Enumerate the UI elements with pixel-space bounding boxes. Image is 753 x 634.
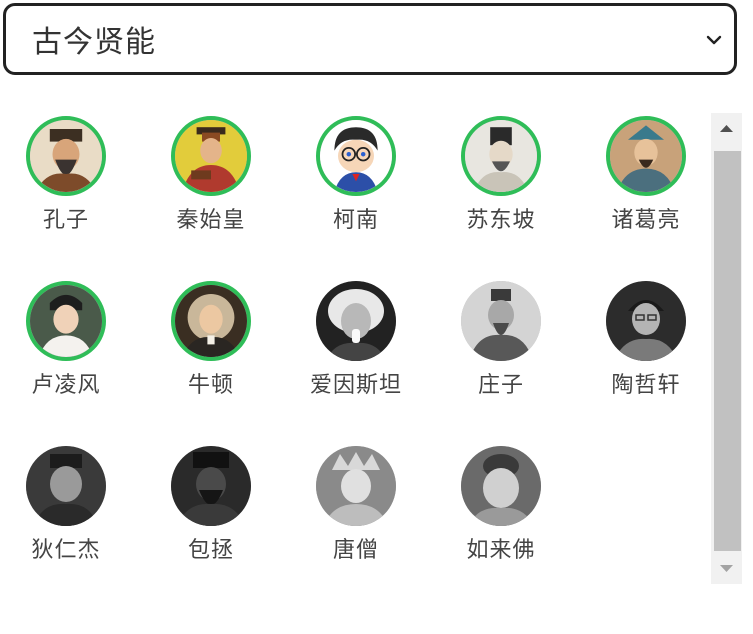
avatar: [171, 116, 251, 196]
scroll-up-arrow-icon[interactable]: [711, 113, 742, 143]
person-card-direnjie[interactable]: 狄仁杰: [6, 446, 126, 564]
person-name: 唐僧: [332, 538, 379, 563]
person-card-taozhexuan[interactable]: 陶哲轩: [586, 281, 706, 399]
person-card-niudun[interactable]: 牛顿: [151, 281, 271, 399]
person-card-lulingfeng[interactable]: 卢凌风: [6, 281, 126, 399]
person-name: 柯南: [332, 208, 379, 233]
avatar: [461, 281, 541, 361]
avatar: [606, 116, 686, 196]
person-name: 卢凌风: [31, 373, 101, 398]
person-card-qinshihuang[interactable]: 秦始皇: [151, 116, 271, 234]
person-name: 陶哲轩: [611, 373, 681, 398]
vertical-scrollbar[interactable]: [711, 113, 742, 584]
avatar: [606, 281, 686, 361]
person-card-kongzi[interactable]: 孔子: [6, 116, 126, 234]
category-select[interactable]: 古今贤能: [3, 3, 737, 75]
scroll-down-arrow-icon[interactable]: [711, 554, 742, 584]
person-name: 诸葛亮: [611, 208, 681, 233]
person-name: 爱因斯坦: [309, 373, 402, 398]
person-name: 牛顿: [187, 373, 234, 398]
avatar: [171, 446, 251, 526]
avatar: [26, 116, 106, 196]
avatar: [316, 281, 396, 361]
person-card-zhugeliang[interactable]: 诸葛亮: [586, 116, 706, 234]
app-root: 古今贤能 孔子 秦始皇 柯南 苏东坡 诸葛亮 卢凌风 牛顿 爱因斯坦 庄子 陶哲…: [0, 0, 753, 634]
person-card-zhuangzi[interactable]: 庄子: [441, 281, 561, 399]
person-name: 包拯: [187, 538, 234, 563]
person-card-rulaifo[interactable]: 如来佛: [441, 446, 561, 564]
avatar: [26, 281, 106, 361]
people-list: 孔子 秦始皇 柯南 苏东坡 诸葛亮 卢凌风 牛顿 爱因斯坦 庄子 陶哲轩 狄仁杰…: [0, 110, 710, 590]
person-name: 孔子: [42, 208, 89, 233]
avatar: [171, 281, 251, 361]
person-card-sudongpo[interactable]: 苏东坡: [441, 116, 561, 234]
person-card-baozheng[interactable]: 包拯: [151, 446, 271, 564]
person-card-tangseng[interactable]: 唐僧: [296, 446, 416, 564]
avatar: [316, 446, 396, 526]
person-name: 狄仁杰: [31, 538, 101, 563]
people-grid: 孔子 秦始皇 柯南 苏东坡 诸葛亮 卢凌风 牛顿 爱因斯坦 庄子 陶哲轩 狄仁杰…: [0, 110, 710, 590]
person-name: 秦始皇: [176, 208, 246, 233]
scrollbar-thumb[interactable]: [714, 151, 741, 551]
person-name: 苏东坡: [466, 208, 536, 233]
chevron-down-icon: [706, 35, 722, 45]
category-select-value: 古今贤能: [32, 25, 156, 60]
avatar: [26, 446, 106, 526]
person-card-kenan[interactable]: 柯南: [296, 116, 416, 234]
avatar: [316, 116, 396, 196]
avatar: [461, 116, 541, 196]
person-name: 如来佛: [466, 538, 536, 563]
avatar: [461, 446, 541, 526]
person-name: 庄子: [477, 373, 524, 398]
person-card-aiyinsitan[interactable]: 爱因斯坦: [296, 281, 416, 399]
